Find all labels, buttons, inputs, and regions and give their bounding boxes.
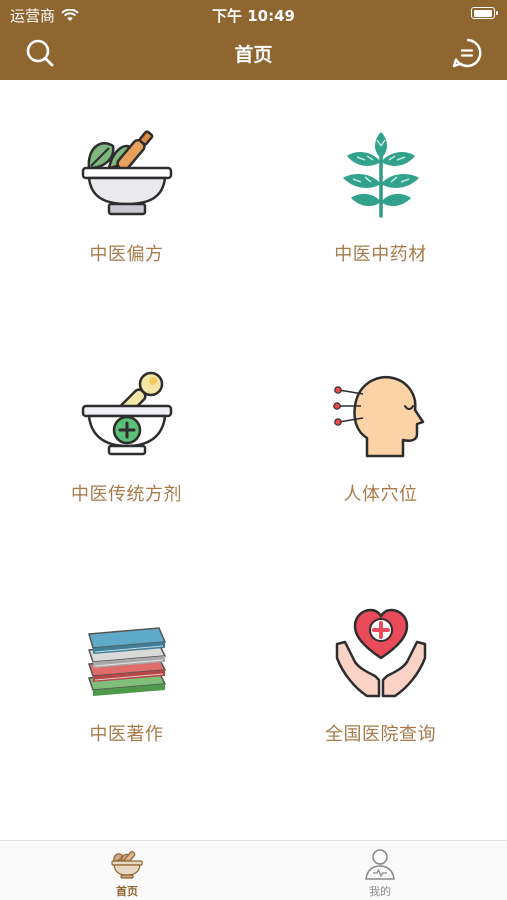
hospital-heart-hands-icon bbox=[335, 608, 426, 698]
tab-mine-label: 我的 bbox=[369, 885, 391, 898]
acupuncture-head-icon bbox=[332, 375, 424, 458]
page-title: 首页 bbox=[234, 44, 273, 66]
mortar-herbs-icon bbox=[81, 130, 172, 216]
app-header: 运营商 下午 10:49 首页 bbox=[0, 0, 507, 80]
grid-item-remedies[interactable]: 中医偏方 bbox=[0, 126, 253, 266]
grid-item-label: 全国医院查询 bbox=[325, 724, 436, 745]
grid-item-label: 中医偏方 bbox=[89, 244, 164, 265]
grid-item-label: 中医中药材 bbox=[334, 244, 427, 265]
grid-item-label: 中医传统方剂 bbox=[71, 484, 182, 505]
tab-bar: 首页 我的 bbox=[0, 840, 507, 900]
medicine-bowl-icon bbox=[81, 371, 172, 456]
tab-home[interactable]: 首页 bbox=[97, 847, 157, 899]
feature-grid: 中医偏方 中医中药材 中医传统方剂 人体穴位 中医著作 全国医院查询 bbox=[0, 80, 507, 840]
grid-item-formulas[interactable]: 中医传统方剂 bbox=[0, 366, 253, 506]
grid-item-label: 中医著作 bbox=[89, 724, 164, 745]
user-icon bbox=[365, 849, 395, 880]
herb-plant-icon bbox=[342, 132, 419, 218]
mortar-herbs-icon bbox=[111, 851, 143, 879]
tab-mine[interactable]: 我的 bbox=[350, 847, 410, 899]
status-time: 下午 10:49 bbox=[212, 7, 295, 25]
grid-item-acupoints[interactable]: 人体穴位 bbox=[254, 366, 507, 506]
grid-item-herbs[interactable]: 中医中药材 bbox=[254, 126, 507, 266]
grid-item-hospitals[interactable]: 全国医院查询 bbox=[254, 606, 507, 746]
grid-item-books[interactable]: 中医著作 bbox=[0, 606, 253, 746]
status-bar: 运营商 下午 10:49 bbox=[0, 0, 507, 28]
battery-icon bbox=[471, 7, 498, 19]
tab-home-label: 首页 bbox=[116, 885, 138, 898]
message-icon[interactable] bbox=[451, 37, 483, 69]
grid-item-label: 人体穴位 bbox=[343, 484, 418, 505]
books-stack-icon bbox=[87, 627, 166, 696]
